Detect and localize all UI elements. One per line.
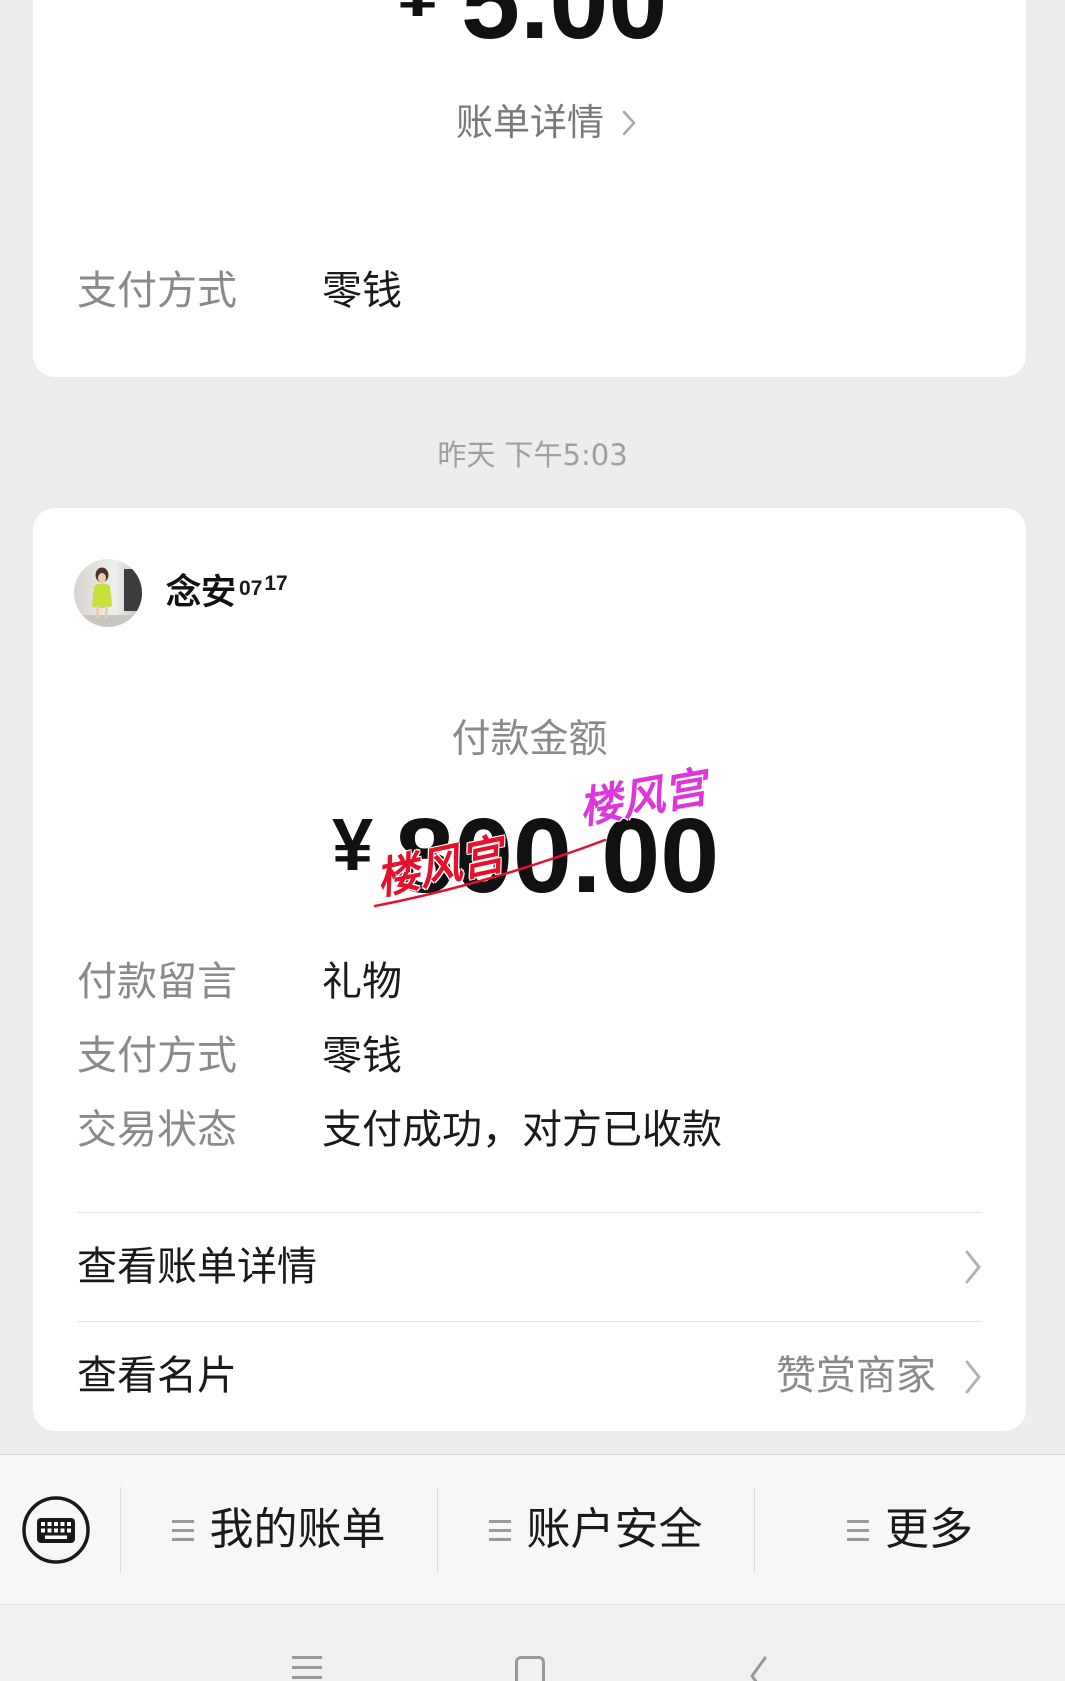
- message-timestamp: 昨天 下午5:03: [437, 438, 628, 472]
- bottom-menu-bar: 我的账单 账户安全 更多: [0, 1454, 1065, 1604]
- detail-value-payment-method: 零钱: [322, 268, 402, 314]
- menu-lines-icon: [847, 1519, 869, 1541]
- previous-currency-symbol: ¥: [397, 0, 438, 28]
- detail-value-status: 支付成功，对方已收款: [322, 1107, 722, 1153]
- menu-my-bills[interactable]: 我的账单: [121, 1455, 436, 1605]
- detail-value-message: 礼物: [322, 959, 402, 1005]
- payment-card: 念安 0717 付款金额 ¥ 800.00 楼风宫 楼风宫 付款留言 礼物 支付方…: [33, 508, 1026, 1431]
- menu-account-security-label: 账户安全: [526, 1504, 703, 1555]
- chevron-right-icon: [965, 1360, 981, 1394]
- home-icon[interactable]: [515, 1656, 545, 1681]
- payee-avatar: [74, 559, 142, 627]
- detail-label-payment-method: 支付方式: [77, 268, 237, 314]
- bill-details-link[interactable]: 账单详情: [456, 97, 636, 149]
- payee-name-text: 念安: [166, 573, 237, 613]
- menu-account-security[interactable]: 账户安全: [438, 1455, 753, 1605]
- menu-more-label: 更多: [885, 1504, 973, 1555]
- screen: ¥ 5.00 账单详情 支付方式 零钱 昨天 下午5:03: [0, 0, 1065, 1681]
- detail-label-status: 交易状态: [77, 1107, 237, 1153]
- keyboard-icon: [22, 1496, 90, 1564]
- recent-apps-icon[interactable]: [292, 1656, 322, 1679]
- amount-label: 付款金额: [451, 717, 608, 762]
- keyboard-toggle-button[interactable]: [22, 1496, 90, 1564]
- chevron-right-icon: [965, 1250, 981, 1284]
- bill-details-link-label: 账单详情: [456, 101, 604, 144]
- payee-name-superscript-2: 17: [264, 572, 288, 595]
- tip-merchant-hint: 赞赏商家: [776, 1353, 936, 1399]
- menu-more[interactable]: 更多: [755, 1455, 1065, 1605]
- payee-name-superscript-1: 07: [239, 577, 263, 600]
- menu-lines-icon: [171, 1519, 194, 1541]
- previous-amount: 5.00: [461, 0, 668, 61]
- view-business-card-row[interactable]: 查看名片 赞赏商家: [77, 1322, 982, 1431]
- chevron-right-icon: [622, 110, 636, 136]
- view-bill-details-row[interactable]: 查看账单详情: [77, 1213, 982, 1321]
- currency-symbol: ¥: [332, 803, 374, 886]
- detail-label-payment-method: 支付方式: [77, 1033, 237, 1079]
- view-business-card-label: 查看名片: [77, 1353, 237, 1399]
- view-bill-details-label: 查看账单详情: [77, 1244, 317, 1290]
- back-icon[interactable]: [748, 1656, 768, 1681]
- avatar-photo: [74, 559, 142, 627]
- payee-name: 念安 0717: [166, 568, 288, 618]
- previous-payment-card: ¥ 5.00 账单详情 支付方式 零钱: [33, 0, 1026, 377]
- menu-lines-icon: [488, 1519, 511, 1541]
- menu-my-bills-label: 我的账单: [209, 1504, 386, 1555]
- system-navigation-bar: [0, 1604, 1065, 1681]
- detail-label-message: 付款留言: [77, 959, 237, 1005]
- detail-value-payment-method: 零钱: [322, 1033, 402, 1079]
